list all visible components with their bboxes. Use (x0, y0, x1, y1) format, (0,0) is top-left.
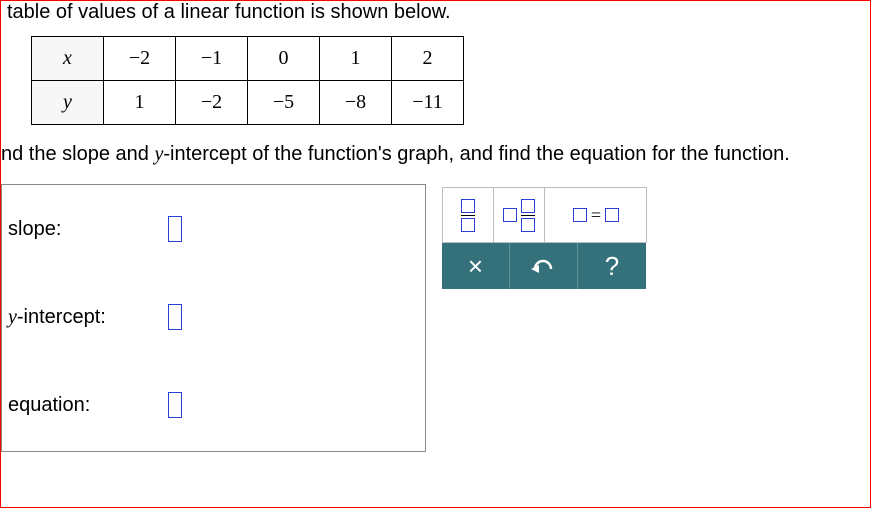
answer-box: slope: y-intercept: equation: (1, 184, 426, 452)
clear-button[interactable]: × (442, 243, 510, 289)
slope-label: slope: (8, 218, 168, 241)
placeholder-icon (503, 208, 517, 222)
y-header: y (32, 81, 104, 125)
toolbox: = × ? (442, 187, 647, 289)
equation-label: equation: (8, 394, 168, 417)
slope-row: slope: (2, 185, 425, 273)
equation-template-button[interactable]: = (545, 188, 647, 242)
x-cell: 2 (392, 37, 464, 81)
fraction-bar-icon (521, 215, 535, 216)
yintercept-label: y-intercept: (8, 306, 168, 329)
intro-text: table of values of a linear function is … (7, 1, 870, 24)
x-cell: −1 (176, 37, 248, 81)
equation-row: equation: (2, 361, 425, 449)
toolbox-row-actions: × ? (442, 243, 647, 289)
y-cell: −5 (248, 81, 320, 125)
prompt-prefix: nd the slope and (1, 143, 154, 165)
y-cell: −2 (176, 81, 248, 125)
yintercept-row: y-intercept: (2, 273, 425, 361)
placeholder-icon (461, 218, 475, 232)
equals-icon: = (591, 205, 601, 226)
help-icon: ? (605, 251, 619, 282)
table-row: y 1 −2 −5 −8 −11 (32, 81, 464, 125)
placeholder-icon (521, 199, 535, 213)
x-cell: 0 (248, 37, 320, 81)
placeholder-icon (605, 208, 619, 222)
undo-button[interactable] (510, 243, 578, 289)
placeholder-icon (573, 208, 587, 222)
prompt-suffix: -intercept of the function's graph, and … (163, 143, 789, 165)
x-cell: 1 (320, 37, 392, 81)
prompt-text: nd the slope and y-intercept of the func… (1, 143, 870, 166)
yintercept-y: y (8, 306, 17, 328)
yintercept-input[interactable] (168, 304, 182, 330)
toolbox-row-templates: = (442, 187, 647, 243)
x-cell: −2 (104, 37, 176, 81)
table-row: x −2 −1 0 1 2 (32, 37, 464, 81)
values-table: x −2 −1 0 1 2 y 1 −2 −5 −8 −11 (31, 36, 464, 125)
fraction-template-button[interactable] (443, 188, 494, 242)
yintercept-rest: -intercept: (17, 306, 106, 328)
undo-icon (531, 257, 557, 275)
mixed-fraction-template-button[interactable] (494, 188, 545, 242)
x-header: x (32, 37, 104, 81)
placeholder-icon (521, 218, 535, 232)
placeholder-icon (461, 199, 475, 213)
y-cell: 1 (104, 81, 176, 125)
y-cell: −11 (392, 81, 464, 125)
close-icon: × (468, 251, 483, 282)
slope-input[interactable] (168, 216, 182, 242)
y-cell: −8 (320, 81, 392, 125)
help-button[interactable]: ? (578, 243, 646, 289)
fraction-bar-icon (461, 215, 475, 216)
equation-input[interactable] (168, 392, 182, 418)
